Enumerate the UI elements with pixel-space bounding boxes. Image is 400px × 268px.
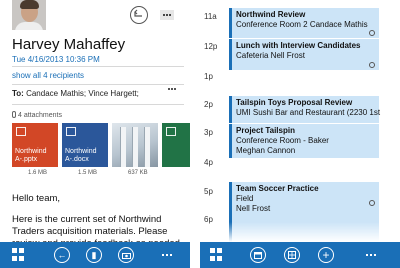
add-icon[interactable]: + xyxy=(318,247,334,263)
recurring-icon xyxy=(369,62,375,68)
scroll-fade xyxy=(200,222,400,242)
appointment[interactable]: Project Tailspin Conference Room - Baker… xyxy=(229,124,379,158)
calendar-app-bar: + xyxy=(200,242,400,268)
calendar-today-icon[interactable] xyxy=(250,247,266,263)
appointment-detail: Field xyxy=(236,194,254,203)
hour-label: 4p xyxy=(204,158,213,167)
divider xyxy=(12,104,184,105)
body-line: Here is the current set of Northwind xyxy=(12,214,162,225)
appointment-title: Tailspin Toys Proposal Review xyxy=(236,98,353,107)
to-value: Candace Mathis; Vince Hargett; xyxy=(26,89,139,98)
calendar-screen: 11a 12p 1p 2p 3p 4p 5p 6p Northwind Revi… xyxy=(200,0,400,268)
attachment-docx[interactable]: Northwind A-.docx xyxy=(62,123,108,167)
back-icon[interactable]: ← xyxy=(54,247,70,263)
screen-divider xyxy=(190,0,200,268)
hour-label: 1p xyxy=(204,72,213,81)
windows-icon[interactable] xyxy=(12,248,26,262)
to-label: To: xyxy=(12,89,24,98)
attachment-pptx[interactable]: Northwind A-.pptx xyxy=(12,123,58,167)
hour-label: 2p xyxy=(204,100,213,109)
body-line: Traders acquisition materials. Please xyxy=(12,226,168,237)
sender-name: Harvey Mahaffey xyxy=(12,36,126,53)
more-icon[interactable] xyxy=(366,254,376,256)
hour-label: 11a xyxy=(204,12,217,21)
powerpoint-icon xyxy=(16,127,26,136)
hour-label: 5p xyxy=(204,187,213,196)
paperclip-icon xyxy=(12,111,16,118)
show-all-recipients-link[interactable]: show all 4 recipients xyxy=(12,71,84,80)
appointment-title: Lunch with Interview Candidates xyxy=(236,41,361,50)
appointment-detail: Nell Frost xyxy=(236,204,271,213)
to-recipients: To: Candace Mathis; Vince Hargett; xyxy=(12,89,182,98)
hour-label: 3p xyxy=(204,128,213,137)
mail-app-bar: ← ▮ xyxy=(0,242,190,268)
hour-label: 12p xyxy=(204,42,218,51)
appointment-detail: UMI Sushi Bar and Restaurant (2230 1st xyxy=(236,108,381,117)
delete-icon[interactable]: ▮ xyxy=(86,247,102,263)
divider xyxy=(12,84,184,85)
appointment-detail: Meghan Cannon xyxy=(236,146,296,155)
sender-avatar xyxy=(12,0,46,30)
recurring-icon xyxy=(369,200,375,206)
calendar-grid-icon[interactable] xyxy=(284,247,300,263)
sent-datetime: Tue 4/16/2013 10:36 PM xyxy=(12,55,100,64)
email-screen: Harvey Mahaffey Tue 4/16/2013 10:36 PM s… xyxy=(0,0,190,268)
appointment[interactable]: Lunch with Interview Candidates Cafeteri… xyxy=(229,39,379,70)
appointment[interactable]: Tailspin Toys Proposal Review UMI Sushi … xyxy=(229,96,381,123)
attachment-size: 1.5 MB xyxy=(78,170,98,176)
appointment-detail: Conference Room 2 Candace Mathis xyxy=(236,20,368,29)
camera-icon[interactable] xyxy=(118,247,134,263)
appointment-detail: Conference Room - Baker xyxy=(236,136,329,145)
appointment-title: Project Tailspin xyxy=(236,126,295,135)
attachments-count: 4 attachments xyxy=(12,111,62,119)
appointment-title: Northwind Review xyxy=(236,10,306,19)
divider xyxy=(12,66,184,67)
attachment-size: 637 KB xyxy=(128,170,148,176)
attachment-xlsx[interactable] xyxy=(162,123,190,167)
reply-icon[interactable] xyxy=(130,6,148,24)
recurring-icon xyxy=(369,30,375,36)
excel-icon xyxy=(166,127,176,136)
appointment-detail: Cafeteria Nell Frost xyxy=(236,51,305,60)
appointment[interactable]: Northwind Review Conference Room 2 Canda… xyxy=(229,8,379,38)
more-icon[interactable] xyxy=(162,254,172,256)
windows-icon[interactable] xyxy=(210,248,224,262)
word-icon xyxy=(66,127,76,136)
appointment-title: Team Soccer Practice xyxy=(236,184,319,193)
body-greeting: Hello team, xyxy=(12,193,61,204)
more-options-icon[interactable] xyxy=(160,10,174,20)
recipients-more-icon[interactable] xyxy=(168,88,176,90)
attachment-image[interactable] xyxy=(112,123,158,167)
attachment-size: 1.6 MB xyxy=(28,170,48,176)
